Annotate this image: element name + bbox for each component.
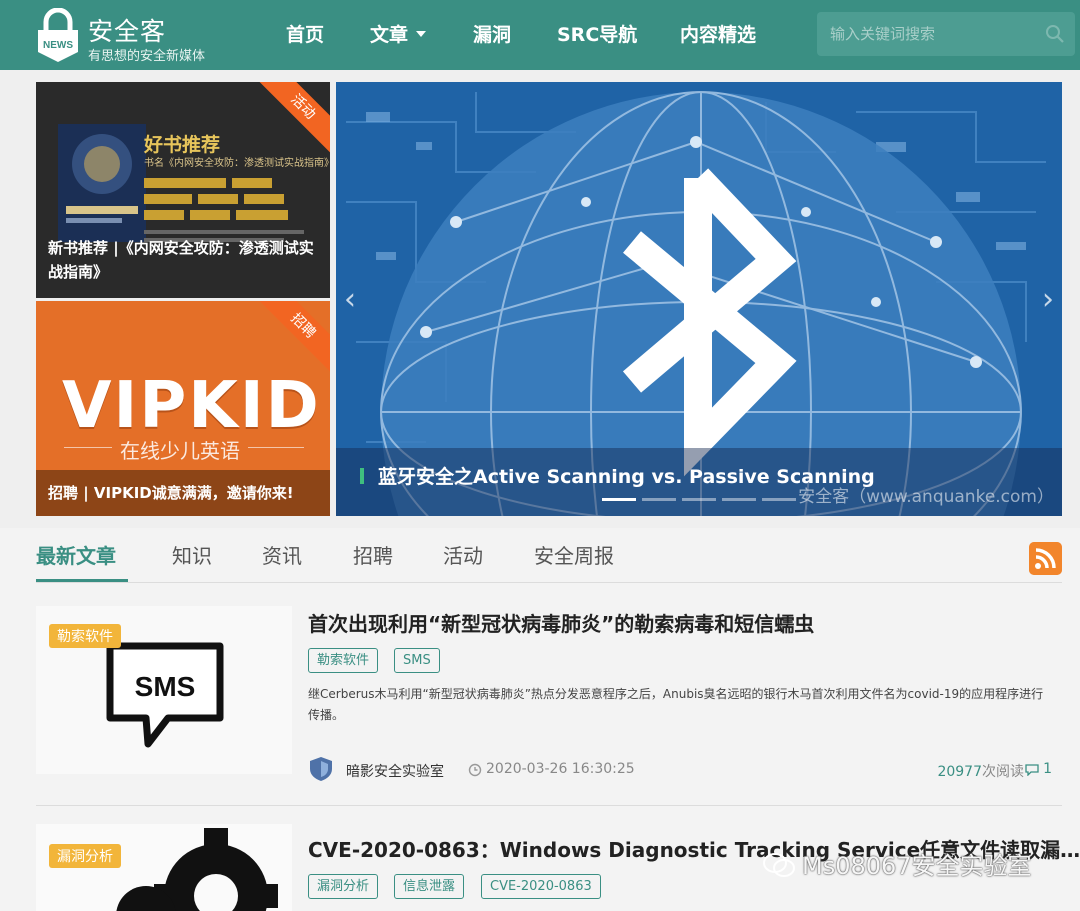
book-heading: 好书推荐 — [144, 134, 221, 156]
article-card: SMS 勒索软件 首次出现利用“新型冠状病毒肺炎”的勒索病毒和短信蠕虫 勒索软件… — [36, 600, 1062, 806]
hero-carousel[interactable]: ‹ › 蓝牙安全之Active Scanning vs. Passive Sca… — [336, 82, 1062, 516]
read-count: 20977次阅读 — [937, 761, 1024, 781]
wechat-watermark-text: Ms08067安全实验室 — [802, 852, 1032, 880]
search-input[interactable] — [817, 12, 1037, 56]
tab-latest[interactable]: 最新文章 — [36, 540, 116, 569]
article-title[interactable]: 首次出现利用“新型冠状病毒肺炎”的勒索病毒和短信蠕虫 — [308, 608, 814, 637]
comment-icon[interactable] — [1025, 764, 1039, 776]
carousel-dot[interactable] — [602, 498, 636, 501]
svg-text:NEWS: NEWS — [43, 40, 73, 51]
nav-articles[interactable]: 文章 — [370, 20, 427, 47]
carousel-dot[interactable] — [682, 498, 716, 501]
article-thumbnail[interactable]: SMS 勒索软件 — [36, 606, 292, 774]
tab-events[interactable]: 活动 — [443, 540, 483, 569]
tag[interactable]: 信息泄露 — [394, 874, 465, 899]
logo-title[interactable]: 安全客 — [88, 12, 166, 48]
article-summary: 继Cerberus木马利用“新型冠状病毒肺炎”热点分发恶意程序之后，Anubis… — [308, 687, 1044, 722]
chevron-down-icon — [416, 31, 427, 37]
carousel-dot[interactable] — [762, 498, 796, 501]
carousel-next-icon[interactable]: › — [1042, 282, 1054, 317]
tab-news[interactable]: 资讯 — [262, 540, 302, 569]
nav-src[interactable]: SRC导航 — [557, 20, 637, 47]
tag[interactable]: CVE-2020-0863 — [481, 874, 601, 899]
carousel-dot[interactable] — [642, 498, 676, 501]
carousel-prev-icon[interactable]: ‹ — [344, 282, 356, 317]
author-avatar-icon[interactable] — [308, 756, 334, 782]
article-thumbnail[interactable]: 漏洞分析 — [36, 824, 292, 911]
top-header: NEWS 安全客 有思想的安全新媒体 首页 文章 漏洞 SRC导航 内容精选 — [0, 0, 1080, 70]
featured-gallery: 好书推荐 书名《内网安全攻防：渗透测试实战指南》 新书推荐 |《内网安全攻防：渗… — [0, 70, 1080, 528]
article-meta: 暗影安全实验室 2020-03-26 16:30:25 20977次阅读 1 — [308, 756, 1052, 784]
carousel-dot[interactable] — [722, 498, 756, 501]
category-badge[interactable]: 勒索软件 — [49, 624, 121, 648]
hero-watermark: 安全客（www.anquanke.com） — [798, 487, 1054, 507]
svg-text:SMS: SMS — [135, 671, 196, 702]
caption-accent-bar — [360, 468, 364, 484]
promo-book[interactable]: 好书推荐 书名《内网安全攻防：渗透测试实战指南》 新书推荐 |《内网安全攻防：渗… — [36, 82, 330, 298]
logo-slogan: 有思想的安全新媒体 — [88, 49, 206, 64]
search-icon[interactable] — [1045, 24, 1065, 44]
clock-icon — [468, 763, 482, 777]
nav-home[interactable]: 首页 — [286, 20, 324, 47]
logo-lock-icon[interactable]: NEWS — [36, 8, 80, 62]
read-count-value: 20977 — [937, 764, 982, 780]
search-box — [817, 12, 1075, 56]
promo-vipkid-caption[interactable]: 招聘 | VIPKID诚意满满，邀请你来! — [36, 470, 330, 516]
nav-vulns[interactable]: 漏洞 — [473, 20, 511, 47]
author-name[interactable]: 暗影安全实验室 — [346, 761, 444, 781]
tag[interactable]: 勒索软件 — [308, 648, 379, 673]
vipkid-brand: VIPKID — [62, 369, 321, 443]
tab-hiring[interactable]: 招聘 — [353, 540, 393, 569]
vipkid-tagline: 在线少儿英语 — [112, 435, 248, 464]
comment-count[interactable]: 1 — [1043, 761, 1052, 777]
tag[interactable]: 漏洞分析 — [308, 874, 379, 899]
category-badge[interactable]: 漏洞分析 — [49, 844, 121, 868]
tab-weekly[interactable]: 安全周报 — [534, 540, 614, 569]
nav-featured[interactable]: 内容精选 — [680, 20, 756, 47]
promo-vipkid[interactable]: VIPKID 在线少儿英语 招聘 | VIPKID诚意满满，邀请你来! 招聘 — [36, 301, 330, 516]
wechat-watermark: Ms08067安全实验室 — [762, 846, 1032, 881]
publish-date: 2020-03-26 16:30:25 — [486, 761, 635, 777]
book-subtitle: 书名《内网安全攻防：渗透测试实战指南》 — [144, 158, 330, 169]
content-tabs: 最新文章 知识 资讯 招聘 活动 安全周报 — [36, 528, 1062, 583]
rss-icon[interactable] — [1029, 542, 1062, 575]
wechat-icon — [763, 853, 795, 877]
promo-book-caption[interactable]: 新书推荐 |《内网安全攻防：渗透测试实战指南》 — [48, 236, 320, 284]
hero-caption: 蓝牙安全之Active Scanning vs. Passive Scannin… — [336, 448, 1062, 516]
tag[interactable]: SMS — [394, 648, 440, 673]
read-count-suffix: 次阅读 — [982, 764, 1024, 780]
tab-knowledge[interactable]: 知识 — [172, 540, 212, 569]
nav-articles-label: 文章 — [370, 24, 409, 46]
active-tab-indicator — [36, 579, 128, 582]
